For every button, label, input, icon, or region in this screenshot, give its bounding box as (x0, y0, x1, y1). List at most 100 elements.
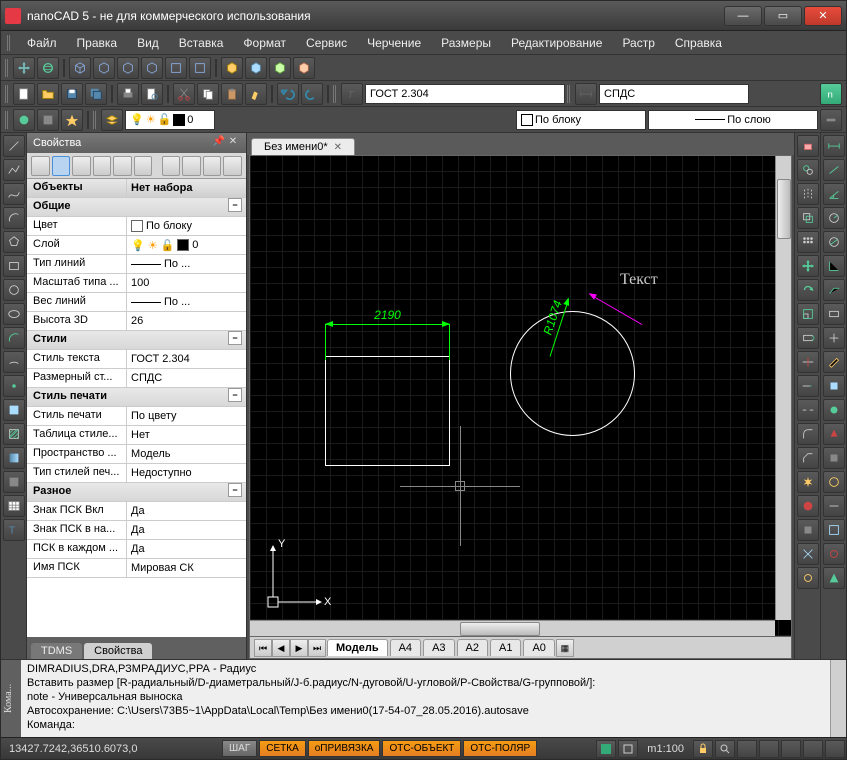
gradient-icon[interactable] (3, 447, 25, 469)
menu-dimensions[interactable]: Размеры (433, 34, 499, 52)
pi-6-icon[interactable] (134, 156, 153, 176)
ellipse-icon[interactable] (3, 303, 25, 325)
line-icon[interactable] (3, 135, 25, 157)
dim-aligned-icon[interactable] (823, 159, 845, 181)
break-icon[interactable] (797, 399, 819, 421)
pi-1-icon[interactable] (31, 156, 50, 176)
chamfer-icon[interactable] (797, 447, 819, 469)
sb-lock-icon[interactable] (693, 740, 713, 758)
dimstyle-icon[interactable] (575, 83, 597, 105)
toolbar-grip[interactable] (93, 111, 97, 129)
arc-icon[interactable] (3, 207, 25, 229)
cut-icon[interactable] (173, 83, 195, 105)
toggle-otrack[interactable]: ОТС-ОБЪЕКТ (382, 740, 461, 757)
iso-sw-icon[interactable] (69, 57, 91, 79)
copy2-icon[interactable] (797, 159, 819, 181)
toolbar-grip[interactable] (5, 111, 9, 129)
prop-layer-val[interactable]: 💡☀🔓0 (127, 236, 246, 254)
dim-ordinate-icon[interactable] (823, 255, 845, 277)
tab-tdms[interactable]: TDMS (31, 643, 82, 659)
section-misc[interactable]: Разное (27, 483, 228, 501)
command-scrollbar[interactable] (830, 660, 846, 737)
pan-icon[interactable] (13, 57, 35, 79)
tab-nav-prev-icon[interactable]: ◀ (272, 639, 290, 657)
paste-icon[interactable] (221, 83, 243, 105)
tab-model[interactable]: Модель (327, 639, 388, 656)
region-icon[interactable] (3, 471, 25, 493)
toggle-polar[interactable]: ОТС-ПОЛЯР (463, 740, 537, 757)
textstyle-icon[interactable]: T (341, 83, 363, 105)
dim-m7-icon[interactable] (823, 519, 845, 541)
shade-1-icon[interactable] (221, 57, 243, 79)
tab-a4[interactable]: A4 (390, 639, 421, 656)
doc-tab[interactable]: Без имени0* ✕ (251, 138, 355, 155)
redo-icon[interactable] (301, 83, 323, 105)
color-combo[interactable]: По блоку (516, 110, 646, 130)
stretch-icon[interactable] (797, 327, 819, 349)
shade-2-icon[interactable] (245, 57, 267, 79)
explode-icon[interactable] (797, 471, 819, 493)
misc3-icon[interactable] (797, 543, 819, 565)
pi-5-icon[interactable] (113, 156, 132, 176)
lineweight-combo[interactable]: По слою (648, 110, 818, 130)
pi-4-icon[interactable] (93, 156, 112, 176)
dim-edit-icon[interactable] (823, 351, 845, 373)
prop-ltype-val[interactable]: По ... (127, 255, 246, 273)
minimize-button[interactable]: — (724, 6, 762, 26)
tab-a2[interactable]: A2 (457, 639, 488, 656)
sb-4-icon[interactable] (759, 740, 779, 758)
prop-ucs4-val[interactable]: Мировая СК (127, 559, 246, 577)
tab-add-icon[interactable]: ▦ (556, 639, 574, 657)
close-button[interactable]: ✕ (804, 6, 842, 26)
toolbar-grip[interactable] (333, 85, 337, 103)
rectangle-entity[interactable] (325, 356, 450, 466)
offset-icon[interactable] (797, 207, 819, 229)
command-text[interactable]: DIMRADIUS,DRA,РЗМРАДИУС,РРА - Радиус Вст… (21, 660, 830, 737)
toggle-osnap[interactable]: оПРИВЯЗКА (308, 740, 381, 757)
dim-m4-icon[interactable] (823, 447, 845, 469)
prop-color-val[interactable]: По блоку (127, 217, 246, 235)
close-doc-icon[interactable]: ✕ (334, 142, 342, 153)
section-general[interactable]: Общие (27, 198, 228, 216)
open-icon[interactable] (37, 83, 59, 105)
prop-ltscale-val[interactable]: 100 (127, 274, 246, 292)
mirror-icon[interactable] (797, 183, 819, 205)
prop-header-noset[interactable]: Нет набора (127, 179, 246, 197)
dim-m2-icon[interactable] (823, 399, 845, 421)
prop-pstyle-val[interactable]: По цвету (127, 407, 246, 425)
matchprop-icon[interactable] (245, 83, 267, 105)
layers-icon[interactable] (101, 109, 123, 131)
scale-icon[interactable] (797, 303, 819, 325)
prop-tstyle-val[interactable]: ГОСТ 2.304 (127, 350, 246, 368)
sb-2-icon[interactable] (618, 740, 638, 758)
dim-m3-icon[interactable] (823, 423, 845, 445)
toolbar-grip[interactable] (567, 85, 571, 103)
menu-edit[interactable]: Правка (69, 34, 126, 52)
table-icon[interactable] (3, 495, 25, 517)
dim-m1-icon[interactable] (823, 375, 845, 397)
prop-pspace-val[interactable]: Модель (127, 445, 246, 463)
scrollbar-vertical[interactable] (775, 156, 791, 620)
close-panel-icon[interactable]: ✕ (226, 136, 240, 150)
point-icon[interactable] (3, 375, 25, 397)
block-icon[interactable] (3, 399, 25, 421)
dim-m6-icon[interactable] (823, 495, 845, 517)
tab-nav-first-icon[interactable]: ⏮ (254, 639, 272, 657)
prop-thick-val[interactable]: 26 (127, 312, 246, 330)
misc4-icon[interactable] (797, 567, 819, 589)
polyline-icon[interactable] (3, 159, 25, 181)
pi-2-icon[interactable] (52, 156, 71, 176)
lineweight-toggle-icon[interactable] (820, 109, 842, 131)
tab-a3[interactable]: A3 (423, 639, 454, 656)
dim-m9-icon[interactable] (823, 567, 845, 589)
menu-help[interactable]: Справка (667, 34, 730, 52)
tab-a0[interactable]: A0 (523, 639, 554, 656)
text-entity[interactable]: Текст (620, 271, 658, 289)
move-icon[interactable] (797, 255, 819, 277)
prop-header-objects[interactable]: Объекты (27, 179, 127, 197)
pin-icon[interactable]: 📌 (212, 136, 226, 150)
dim-center-icon[interactable] (823, 327, 845, 349)
iso-nw-icon[interactable] (141, 57, 163, 79)
tab-nav-next-icon[interactable]: ▶ (290, 639, 308, 657)
view-top-icon[interactable] (165, 57, 187, 79)
